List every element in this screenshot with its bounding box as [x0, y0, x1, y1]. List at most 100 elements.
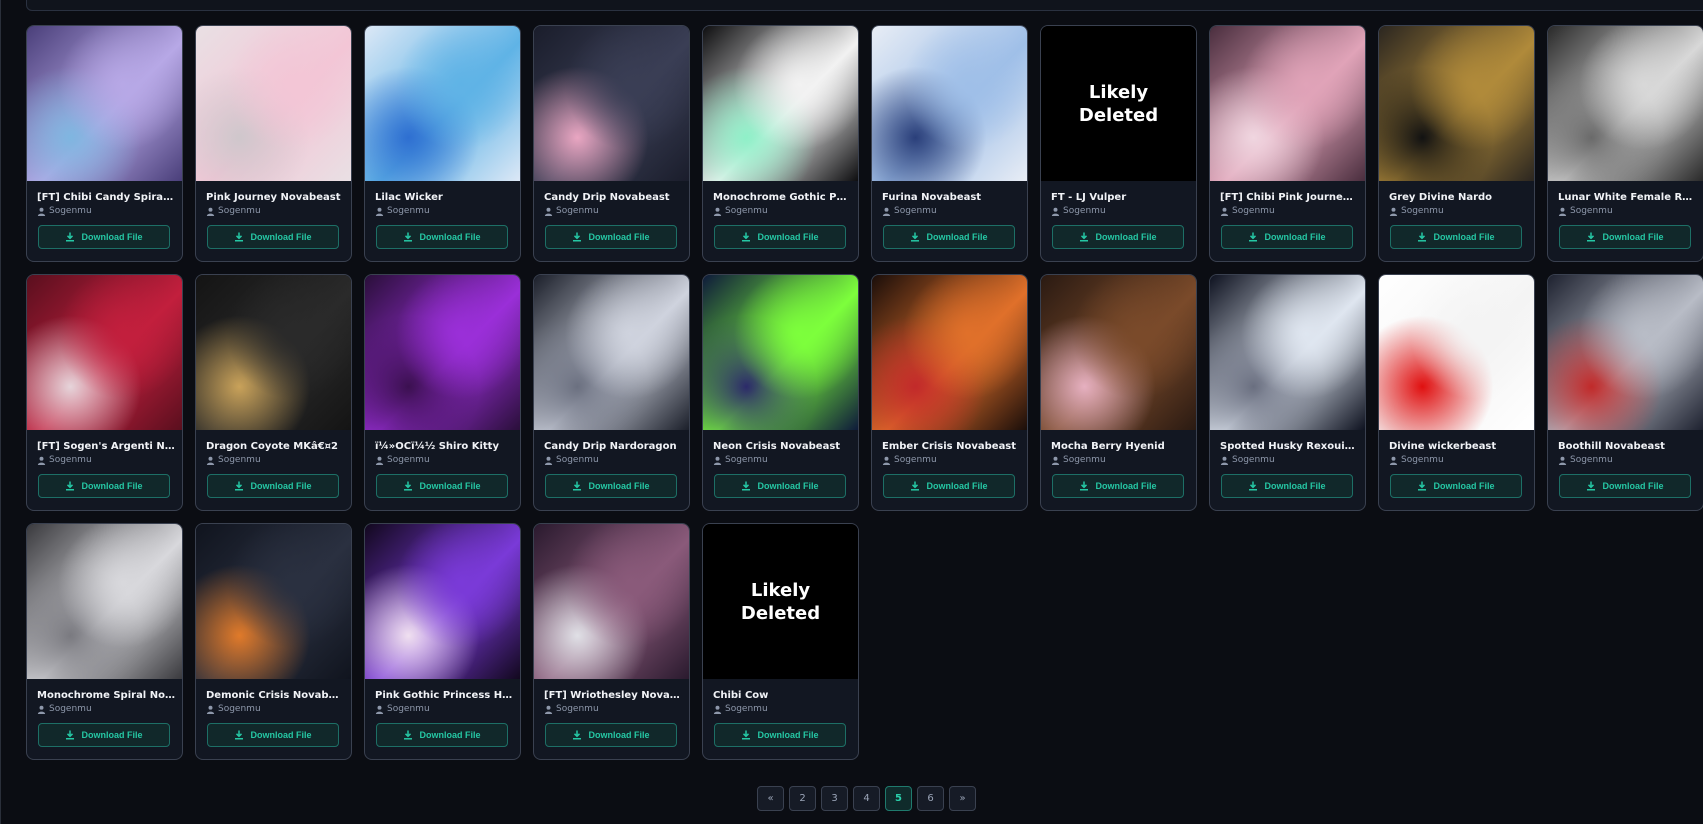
- author-name[interactable]: Sogenmu: [725, 206, 768, 216]
- author-name[interactable]: Sogenmu: [1570, 206, 1613, 216]
- avatar-thumbnail[interactable]: [196, 26, 351, 181]
- author-name[interactable]: Sogenmu: [894, 206, 937, 216]
- author-name[interactable]: Sogenmu: [49, 206, 92, 216]
- avatar-thumbnail[interactable]: [1548, 275, 1703, 430]
- download-file-button[interactable]: Download File: [1221, 225, 1353, 249]
- avatar-thumbnail[interactable]: [1041, 275, 1196, 430]
- avatar-thumbnail[interactable]: [872, 26, 1027, 181]
- download-icon: [1249, 232, 1258, 242]
- download-file-button[interactable]: Download File: [38, 225, 170, 249]
- avatar-card: Spotted Husky Rexouium Sogenmu Download …: [1209, 274, 1366, 511]
- avatar-thumbnail[interactable]: [365, 26, 520, 181]
- author-name[interactable]: Sogenmu: [49, 455, 92, 465]
- avatar-thumbnail[interactable]: [27, 524, 182, 679]
- author-name[interactable]: Sogenmu: [218, 704, 261, 714]
- avatar-thumbnail[interactable]: [1379, 26, 1534, 181]
- author-name[interactable]: Sogenmu: [1570, 455, 1613, 465]
- avatar-thumbnail[interactable]: [196, 275, 351, 430]
- avatar-thumbnail[interactable]: [1548, 26, 1703, 181]
- avatar-thumbnail[interactable]: [1210, 26, 1365, 181]
- page-2-button[interactable]: 2: [789, 786, 816, 811]
- avatar-author: Sogenmu: [37, 206, 182, 216]
- download-file-button[interactable]: Download File: [714, 723, 846, 747]
- download-file-button[interactable]: Download File: [714, 225, 846, 249]
- author-name[interactable]: Sogenmu: [556, 206, 599, 216]
- author-name[interactable]: Sogenmu: [894, 455, 937, 465]
- author-name[interactable]: Sogenmu: [556, 455, 599, 465]
- author-name[interactable]: Sogenmu: [1232, 206, 1275, 216]
- avatar-thumbnail[interactable]: [1210, 275, 1365, 430]
- page-4-button[interactable]: 4: [853, 786, 880, 811]
- avatar-card: Likely Deleted FT - LJ Vulper Sogenmu Dow…: [1040, 25, 1197, 262]
- download-file-button[interactable]: Download File: [1221, 474, 1353, 498]
- download-file-button[interactable]: Download File: [1052, 225, 1184, 249]
- download-file-button[interactable]: Download File: [38, 474, 170, 498]
- author-name[interactable]: Sogenmu: [387, 455, 430, 465]
- download-file-button[interactable]: Download File: [38, 723, 170, 747]
- download-file-button[interactable]: Download File: [714, 474, 846, 498]
- download-label: Download File: [926, 481, 988, 491]
- avatar-author: Sogenmu: [1220, 206, 1365, 216]
- avatar-thumbnail[interactable]: [1379, 275, 1534, 430]
- download-file-button[interactable]: Download File: [376, 723, 508, 747]
- download-file-button[interactable]: Download File: [1559, 474, 1691, 498]
- author-name[interactable]: Sogenmu: [218, 206, 261, 216]
- avatar-thumbnail[interactable]: [534, 524, 689, 679]
- avatar-thumbnail[interactable]: [534, 26, 689, 181]
- download-label: Download File: [757, 730, 819, 740]
- author-name[interactable]: Sogenmu: [387, 704, 430, 714]
- avatar-thumbnail[interactable]: [703, 275, 858, 430]
- download-icon: [1418, 481, 1427, 491]
- download-file-button[interactable]: Download File: [545, 723, 677, 747]
- download-file-button[interactable]: Download File: [545, 225, 677, 249]
- author-name[interactable]: Sogenmu: [1401, 206, 1444, 216]
- download-label: Download File: [250, 730, 312, 740]
- likely-deleted-label: Likely Deleted: [740, 579, 821, 624]
- person-icon: [713, 207, 722, 216]
- author-name[interactable]: Sogenmu: [556, 704, 599, 714]
- author-name[interactable]: Sogenmu: [49, 704, 92, 714]
- avatar-card: Lunar White Female Rexo... Sogenmu Downl…: [1547, 25, 1703, 262]
- avatar-thumbnail[interactable]: [365, 275, 520, 430]
- avatar-thumbnail[interactable]: [365, 524, 520, 679]
- download-file-button[interactable]: Download File: [207, 225, 339, 249]
- author-name[interactable]: Sogenmu: [1063, 455, 1106, 465]
- download-label: Download File: [250, 232, 312, 242]
- author-name[interactable]: Sogenmu: [218, 455, 261, 465]
- author-name[interactable]: Sogenmu: [1401, 455, 1444, 465]
- download-file-button[interactable]: Download File: [1390, 474, 1522, 498]
- prev-page-button[interactable]: «: [757, 786, 784, 811]
- download-icon: [66, 730, 75, 740]
- download-file-button[interactable]: Download File: [1559, 225, 1691, 249]
- avatar-title: Furina Novabeast: [882, 192, 982, 203]
- avatar-thumbnail[interactable]: [196, 524, 351, 679]
- avatar-thumbnail[interactable]: Likely Deleted: [703, 524, 858, 679]
- avatar-thumbnail[interactable]: [27, 275, 182, 430]
- download-file-button[interactable]: Download File: [1390, 225, 1522, 249]
- avatar-thumbnail[interactable]: [703, 26, 858, 181]
- avatar-thumbnail[interactable]: [872, 275, 1027, 430]
- download-label: Download File: [81, 232, 143, 242]
- download-file-button[interactable]: Download File: [1052, 474, 1184, 498]
- author-name[interactable]: Sogenmu: [1063, 206, 1106, 216]
- download-file-button[interactable]: Download File: [545, 474, 677, 498]
- download-file-button[interactable]: Download File: [883, 474, 1015, 498]
- author-name[interactable]: Sogenmu: [1232, 455, 1275, 465]
- author-name[interactable]: Sogenmu: [725, 455, 768, 465]
- page-5-button[interactable]: 5: [885, 786, 912, 811]
- download-file-button[interactable]: Download File: [207, 723, 339, 747]
- avatar-thumbnail[interactable]: [27, 26, 182, 181]
- page-6-button[interactable]: 6: [917, 786, 944, 811]
- avatar-thumbnail[interactable]: [534, 275, 689, 430]
- avatar-thumbnail[interactable]: Likely Deleted: [1041, 26, 1196, 181]
- page-3-button[interactable]: 3: [821, 786, 848, 811]
- person-icon: [206, 456, 215, 465]
- download-file-button[interactable]: Download File: [207, 474, 339, 498]
- download-file-button[interactable]: Download File: [376, 225, 508, 249]
- author-name[interactable]: Sogenmu: [725, 704, 768, 714]
- download-file-button[interactable]: Download File: [883, 225, 1015, 249]
- avatar-author: Sogenmu: [713, 206, 858, 216]
- download-file-button[interactable]: Download File: [376, 474, 508, 498]
- author-name[interactable]: Sogenmu: [387, 206, 430, 216]
- next-page-button[interactable]: »: [949, 786, 976, 811]
